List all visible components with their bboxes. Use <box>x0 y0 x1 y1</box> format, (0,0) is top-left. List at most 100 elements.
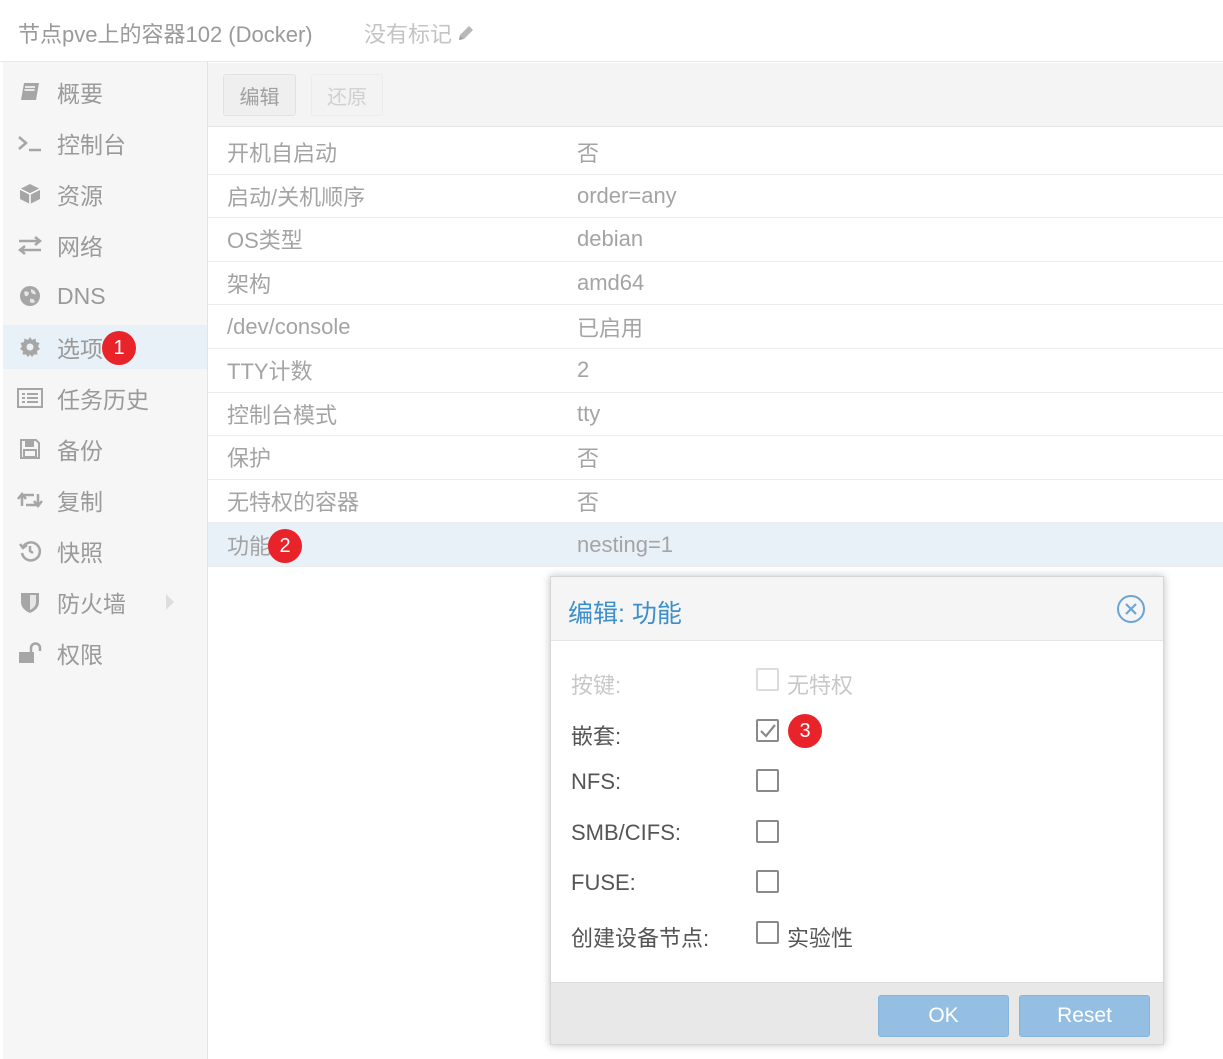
row-key: 架构 <box>227 272 272 298</box>
sidebar-item-network[interactable]: 网络 <box>3 223 207 267</box>
globe-icon <box>17 283 43 309</box>
history-icon <box>17 538 43 564</box>
gear-icon <box>17 334 43 360</box>
floppy-icon <box>17 436 43 462</box>
row-value: nesting=1 <box>577 531 674 557</box>
keyctl-field: 按键: 无特权 <box>571 666 1151 698</box>
field-label: 嵌套: <box>571 724 622 749</box>
unlock-icon <box>17 640 43 666</box>
fuse-checkbox[interactable] <box>756 870 779 893</box>
row-key: 保护 <box>227 446 272 472</box>
sidebar-item-label: 复制 <box>57 489 103 515</box>
row-value: order=any <box>577 182 677 208</box>
nesting-checkbox[interactable] <box>756 719 779 742</box>
close-icon[interactable] <box>1116 594 1146 624</box>
row-value: 否 <box>577 141 600 167</box>
sidebar-item-dns[interactable]: DNS <box>3 274 207 318</box>
row-value: 否 <box>577 490 600 516</box>
table-row[interactable]: TTY计数 2 <box>208 349 1223 393</box>
reset-button[interactable]: Reset <box>1019 995 1150 1037</box>
checkbox-label: 实验性 <box>787 926 854 951</box>
fuse-field: FUSE: <box>571 868 1151 898</box>
table-row[interactable]: 启动/关机顺序 order=any <box>208 175 1223 219</box>
annotation-badge: 3 <box>788 714 822 748</box>
dialog-header: 编辑: 功能 <box>551 577 1163 641</box>
row-value: tty <box>577 400 601 426</box>
sidebar-item-label: 选项 <box>57 336 103 362</box>
sidebar-item-snapshots[interactable]: 快照 <box>3 529 207 573</box>
book-icon <box>17 79 43 105</box>
row-key: 功能 <box>227 533 272 559</box>
exchange-icon <box>17 232 43 258</box>
sidebar-item-label: 概要 <box>57 81 103 107</box>
cube-icon <box>17 181 43 207</box>
sidebar-item-label: DNS <box>57 282 106 309</box>
terminal-icon <box>17 130 43 156</box>
sidebar-item-summary[interactable]: 概要 <box>3 70 207 114</box>
annotation-badge: 2 <box>268 529 302 563</box>
app-window: 节点pve上的容器102 (Docker) 没有标记 概要 控制台 资源 网络 … <box>0 0 1223 1059</box>
row-key: TTY计数 <box>227 359 313 385</box>
dialog-title: 编辑: 功能 <box>568 600 682 628</box>
row-value: debian <box>577 226 644 252</box>
list-icon <box>17 385 43 411</box>
keyctl-checkbox[interactable] <box>756 668 779 691</box>
sidebar-item-label: 网络 <box>57 234 103 260</box>
row-value: 已启用 <box>577 315 644 341</box>
sidebar-item-label: 任务历史 <box>57 387 149 413</box>
ok-button[interactable]: OK <box>878 995 1009 1037</box>
tags-editor[interactable]: 没有标记 <box>364 17 476 49</box>
field-label: 创建设备节点: <box>571 926 710 951</box>
table-row[interactable]: 控制台模式 tty <box>208 393 1223 437</box>
table-row[interactable]: 开机自启动 否 <box>208 131 1223 175</box>
nfs-checkbox[interactable] <box>756 769 779 792</box>
sidebar-item-backup[interactable]: 备份 <box>3 427 207 471</box>
expand-arrow-icon[interactable] <box>166 594 174 610</box>
tags-label: 没有标记 <box>364 22 453 47</box>
sidebar-item-label: 防火墙 <box>57 591 126 617</box>
table-row[interactable]: OS类型 debian <box>208 218 1223 262</box>
mknod-checkbox[interactable] <box>756 921 779 944</box>
table-row[interactable]: 保护 否 <box>208 436 1223 480</box>
sidebar-item-console[interactable]: 控制台 <box>3 121 207 165</box>
toolbar: 编辑 还原 <box>208 63 1223 127</box>
annotation-badge: 1 <box>102 331 136 365</box>
sidebar: 概要 控制台 资源 网络 DNS 选项 任务历史 备份 复制 快照 防火墙 权限 <box>3 62 208 1059</box>
row-key: 开机自启动 <box>227 141 338 167</box>
table-row[interactable]: /dev/console 已启用 <box>208 305 1223 349</box>
table-row[interactable]: 架构 amd64 <box>208 262 1223 306</box>
page-title: 节点pve上的容器102 (Docker) <box>18 22 313 47</box>
row-key: 无特权的容器 <box>227 490 360 516</box>
field-label: 按键: <box>571 673 622 698</box>
smb-cifs-field: SMB/CIFS: <box>571 818 1151 848</box>
table-row[interactable]: 无特权的容器 否 <box>208 480 1223 524</box>
shield-icon <box>17 589 43 615</box>
edit-button[interactable]: 编辑 <box>223 74 296 116</box>
mknod-field: 创建设备节点: 实验性 <box>571 919 1151 951</box>
table-row-selected[interactable]: 功能 nesting=1 <box>208 523 1223 567</box>
sidebar-item-task-history[interactable]: 任务历史 <box>3 376 207 420</box>
row-value: 否 <box>577 446 600 472</box>
revert-button[interactable]: 还原 <box>311 74 383 116</box>
sidebar-item-label: 快照 <box>57 540 103 566</box>
row-value: 2 <box>577 357 590 383</box>
row-key: 启动/关机顺序 <box>227 184 366 210</box>
sidebar-item-label: 权限 <box>57 642 103 668</box>
checkbox-label: 无特权 <box>787 673 854 698</box>
row-key: OS类型 <box>227 228 303 254</box>
nfs-field: NFS: <box>571 767 1151 797</box>
sidebar-item-resources[interactable]: 资源 <box>3 172 207 216</box>
row-key: 控制台模式 <box>227 402 338 428</box>
sidebar-item-permissions[interactable]: 权限 <box>3 631 207 675</box>
sidebar-item-firewall[interactable]: 防火墙 <box>3 580 207 624</box>
options-grid: 开机自启动 否 启动/关机顺序 order=any OS类型 debian 架构… <box>208 131 1223 567</box>
field-label: NFS: <box>571 769 622 794</box>
sidebar-item-replication[interactable]: 复制 <box>3 478 207 522</box>
pencil-icon[interactable] <box>456 23 476 43</box>
field-label: FUSE: <box>571 870 636 895</box>
sidebar-item-label: 控制台 <box>57 132 126 158</box>
smb-cifs-checkbox[interactable] <box>756 820 779 843</box>
dialog-footer: OK Reset <box>551 982 1163 1044</box>
row-key: /dev/console <box>227 313 351 339</box>
header: 节点pve上的容器102 (Docker) 没有标记 <box>0 0 1223 62</box>
